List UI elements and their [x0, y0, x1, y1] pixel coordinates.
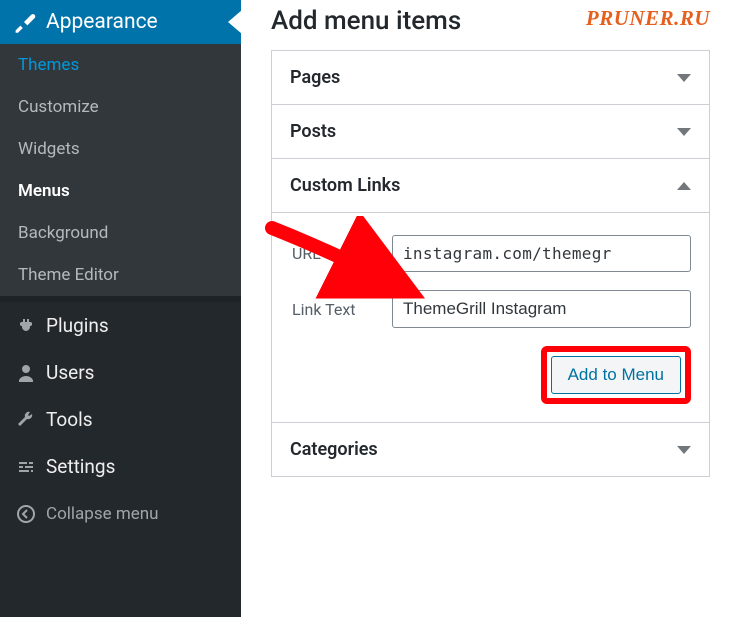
accordion-label: Custom Links [290, 175, 400, 196]
add-to-menu-button[interactable]: Add to Menu [551, 356, 681, 394]
sidebar-top-appearance[interactable]: Appearance [0, 0, 241, 44]
chevron-down-icon [677, 74, 691, 82]
collapse-icon [12, 504, 40, 524]
sidebar-item-label: Tools [46, 408, 93, 431]
sidebar-item-background[interactable]: Background [0, 212, 241, 254]
annotation-highlight-box: Add to Menu [541, 346, 691, 404]
page-title: Add menu items [271, 6, 461, 36]
menu-items-metabox: Pages Posts Custom Links URL Link Text A… [271, 50, 710, 477]
collapse-label: Collapse menu [46, 504, 159, 524]
sidebar-item-widgets[interactable]: Widgets [0, 128, 241, 170]
sidebar-item-settings[interactable]: Settings [0, 443, 241, 490]
url-label: URL [292, 244, 392, 263]
sidebar-item-themes[interactable]: Themes [0, 44, 241, 86]
accordion-categories[interactable]: Categories [272, 422, 709, 476]
admin-sidebar: Appearance Themes Customize Widgets Menu… [0, 0, 241, 617]
chevron-down-icon [677, 128, 691, 136]
accordion-pages[interactable]: Pages [272, 51, 709, 104]
accordion-label: Posts [290, 121, 336, 142]
chevron-down-icon [677, 446, 691, 454]
sidebar-item-menus[interactable]: Menus [0, 170, 241, 212]
accordion-custom-links[interactable]: Custom Links [272, 158, 709, 212]
sidebar-item-plugins[interactable]: Plugins [0, 302, 241, 349]
brush-icon [12, 10, 36, 34]
sidebar-item-label: Users [46, 361, 94, 384]
wrench-icon [12, 410, 40, 430]
watermark-text: PRUNER.RU [586, 6, 710, 31]
accordion-posts[interactable]: Posts [272, 104, 709, 158]
custom-links-panel: URL Link Text Add to Menu [272, 212, 709, 422]
sidebar-item-users[interactable]: Users [0, 349, 241, 396]
plug-icon [12, 316, 40, 336]
accordion-label: Categories [290, 439, 378, 460]
sidebar-item-theme-editor[interactable]: Theme Editor [0, 254, 241, 296]
link-text-label: Link Text [292, 300, 392, 319]
chevron-up-icon [677, 182, 691, 190]
sidebar-top-label: Appearance [46, 10, 158, 34]
sidebar-item-label: Settings [46, 455, 115, 478]
collapse-menu[interactable]: Collapse menu [0, 490, 241, 538]
sliders-icon [12, 457, 40, 477]
sidebar-item-label: Plugins [46, 314, 109, 337]
link-text-input[interactable] [392, 290, 691, 328]
url-input[interactable] [392, 235, 691, 272]
accordion-label: Pages [290, 67, 340, 88]
sidebar-item-tools[interactable]: Tools [0, 396, 241, 443]
user-icon [12, 363, 40, 383]
active-menu-pointer [228, 10, 242, 34]
sidebar-item-customize[interactable]: Customize [0, 86, 241, 128]
main-content: Add menu items PRUNER.RU Pages Posts Cus… [241, 0, 730, 617]
appearance-submenu: Themes Customize Widgets Menus Backgroun… [0, 44, 241, 296]
